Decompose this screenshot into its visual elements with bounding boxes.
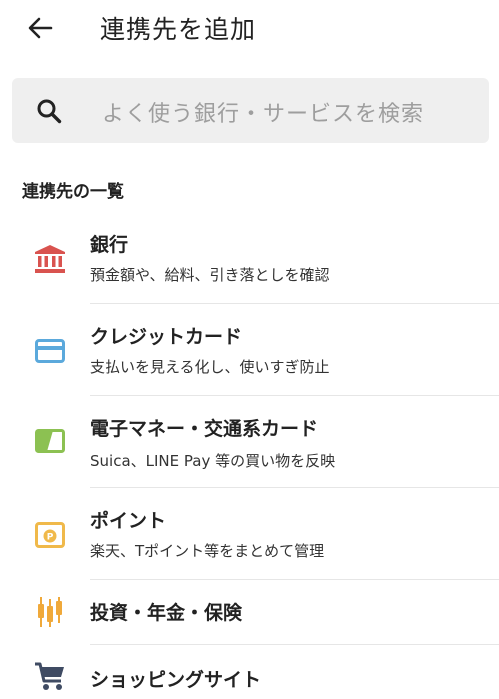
item-subtitle: Suica、LINE Pay 等の買い物を反映 (90, 452, 336, 470)
list-item-points[interactable]: P ポイント 楽天、Tポイント等をまとめて管理 (0, 488, 499, 580)
page-title: 連携先を追加 (100, 15, 257, 44)
shopping-cart-icon (33, 659, 67, 693)
section-title: 連携先の一覧 (22, 182, 124, 202)
item-title: 銀行 (90, 234, 129, 256)
item-subtitle: 支払いを見える化し、使いすぎ防止 (90, 358, 330, 376)
item-title: 投資・年金・保険 (90, 602, 243, 624)
app-header: 連携先を追加 (0, 0, 499, 60)
item-title: 電子マネー・交通系カード (90, 418, 319, 440)
back-button[interactable] (22, 12, 58, 44)
list-item-bank[interactable]: 銀行 預金額や、給料、引き落としを確認 (0, 222, 499, 304)
bank-icon (33, 242, 67, 276)
item-title: ポイント (90, 510, 167, 532)
arrow-left-icon (28, 17, 53, 39)
item-subtitle: 楽天、Tポイント等をまとめて管理 (90, 542, 325, 560)
list-item-investment[interactable]: 投資・年金・保険 (0, 580, 499, 645)
item-subtitle: 預金額や、給料、引き落としを確認 (90, 266, 330, 284)
list-item-emoney[interactable]: 電子マネー・交通系カード Suica、LINE Pay 等の買い物を反映 (0, 396, 499, 488)
point-card-icon: P (33, 518, 67, 552)
list-item-credit-card[interactable]: クレジットカード 支払いを見える化し、使いすぎ防止 (0, 304, 499, 396)
emoney-card-icon (33, 424, 67, 458)
item-title: ショッピングサイト (90, 669, 262, 691)
svg-text:P: P (47, 533, 54, 543)
search-placeholder: よく使う銀行・サービスを検索 (102, 102, 425, 127)
item-title: クレジットカード (90, 326, 243, 348)
investment-icon (33, 595, 67, 629)
search-input[interactable]: よく使う銀行・サービスを検索 (12, 78, 489, 143)
credit-card-icon (33, 334, 67, 368)
search-icon (37, 99, 62, 124)
list-item-shopping[interactable]: ショッピングサイト (0, 645, 499, 699)
